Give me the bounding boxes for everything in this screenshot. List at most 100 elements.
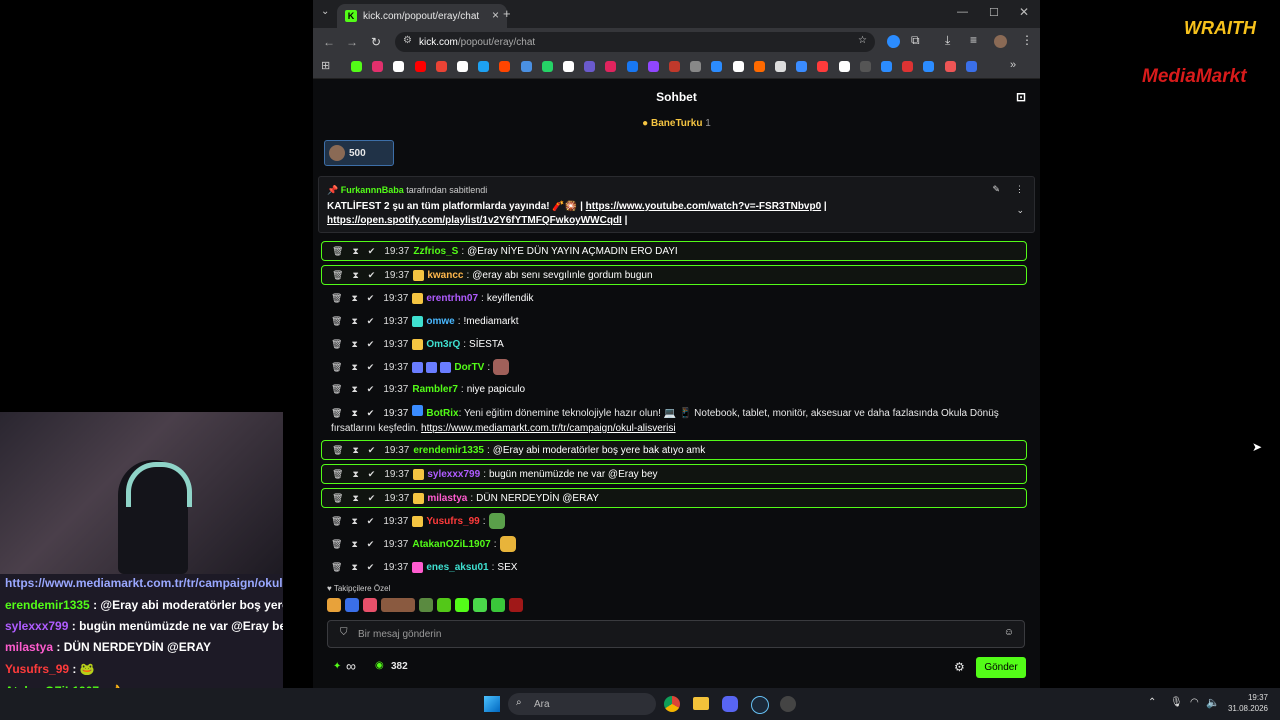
gift-pill[interactable]: 500 bbox=[324, 140, 394, 166]
bookmark-icon[interactable] bbox=[626, 61, 638, 72]
username[interactable]: DorTV bbox=[454, 362, 484, 373]
emote[interactable] bbox=[381, 598, 415, 612]
username[interactable]: Zzfrios_S bbox=[413, 246, 458, 257]
check-icon[interactable]: ✔ bbox=[367, 384, 375, 395]
steam-icon[interactable] bbox=[751, 696, 769, 714]
download-icon[interactable]: ⤓ bbox=[945, 33, 950, 48]
timeout-icon[interactable]: ⧗ bbox=[351, 408, 357, 418]
extension-icon[interactable] bbox=[887, 35, 900, 48]
check-icon[interactable]: ✔ bbox=[367, 339, 375, 350]
chat-message[interactable]: 🗑 ⧗ ✔ 19:37 enes_aksu01: SEX bbox=[321, 557, 1027, 577]
timeout-icon[interactable]: ⧗ bbox=[352, 270, 358, 281]
chrome-icon[interactable] bbox=[664, 696, 680, 712]
timeout-icon[interactable]: ⧗ bbox=[351, 316, 357, 327]
chat-message[interactable]: 🗑 ⧗ ✔ 19:37 erentrhn07: keyiflendik bbox=[321, 288, 1027, 308]
emote[interactable] bbox=[473, 598, 487, 612]
timeout-icon[interactable]: ⧗ bbox=[351, 293, 357, 304]
chat-message[interactable]: 🗑 ⧗ ✔ 19:37 omwe: !mediamarkt bbox=[321, 311, 1027, 331]
timeout-icon[interactable]: ⧗ bbox=[351, 362, 357, 373]
more-bookmarks-icon[interactable]: » bbox=[1010, 59, 1016, 71]
bookmark-icon[interactable] bbox=[351, 61, 362, 72]
settings-icon[interactable]: ⚙ bbox=[954, 660, 965, 674]
chat-message[interactable]: 🗑 ⧗ ✔ 19:37 Rambler7: niye papiculo bbox=[321, 379, 1027, 399]
username[interactable]: Om3rQ bbox=[426, 339, 460, 350]
trash-icon[interactable]: 🗑 bbox=[331, 516, 342, 527]
clock[interactable]: 19:37 31.08.2026 bbox=[1222, 692, 1268, 714]
trash-icon[interactable]: 🗑 bbox=[331, 339, 342, 350]
bookmark-icon[interactable] bbox=[965, 61, 977, 72]
trash-icon[interactable]: 🗑 bbox=[331, 539, 342, 550]
trash-icon[interactable]: 🗑 bbox=[332, 445, 343, 456]
tray-chevron-icon[interactable]: ⌃ bbox=[1148, 697, 1156, 708]
bookmark-icon[interactable] bbox=[669, 61, 680, 72]
unpin-icon[interactable]: ✎ bbox=[992, 184, 1000, 195]
username[interactable]: Yusufrs_99 bbox=[426, 516, 479, 527]
forward-icon[interactable]: → bbox=[344, 34, 360, 50]
bookmark-icon[interactable] bbox=[753, 61, 765, 72]
bookmark-icon[interactable] bbox=[711, 61, 723, 72]
trash-icon[interactable]: 🗑 bbox=[331, 362, 342, 373]
bookmark-icon[interactable] bbox=[414, 61, 426, 72]
new-tab-icon[interactable]: + bbox=[503, 6, 511, 21]
bookmark-icon[interactable] bbox=[499, 61, 511, 72]
emoji-icon[interactable]: ☺ bbox=[1004, 627, 1014, 638]
volume-icon[interactable]: 🔈 bbox=[1206, 696, 1220, 709]
timeout-icon[interactable]: ⧗ bbox=[351, 384, 357, 395]
emote[interactable] bbox=[455, 598, 469, 612]
taskbar-search[interactable]: ⌕ Ara bbox=[508, 693, 656, 715]
chat-message[interactable]: 🗑 ⧗ ✔ 19:37 erendemir1335: @Eray abi moderatö… bbox=[321, 440, 1027, 460]
emote[interactable] bbox=[419, 598, 433, 612]
gift-icon[interactable]: ⊡ bbox=[1016, 80, 1026, 114]
check-icon[interactable]: ✔ bbox=[368, 493, 376, 504]
chat-message[interactable]: 🗑 ⧗ ✔ 19:37 AtakanOZiL1907: bbox=[321, 534, 1027, 554]
emote[interactable] bbox=[327, 598, 341, 612]
profile-avatar[interactable] bbox=[994, 35, 1007, 48]
check-icon[interactable]: ✔ bbox=[368, 445, 376, 456]
puzzle-icon[interactable]: ⧉ bbox=[911, 33, 920, 48]
bookmark-icon[interactable] bbox=[584, 61, 596, 72]
pinned-link-youtube[interactable]: https://www.youtube.com/watch?v=-FSR3TNb… bbox=[586, 201, 821, 212]
bookmark-star-icon[interactable]: ☆ bbox=[858, 35, 867, 46]
reload-icon[interactable]: ↻ bbox=[368, 34, 384, 50]
discord-icon[interactable] bbox=[722, 696, 738, 712]
username[interactable]: enes_aksu01 bbox=[426, 562, 488, 573]
apps-icon[interactable]: ⊞ bbox=[321, 59, 330, 72]
trash-icon[interactable]: 🗑 bbox=[332, 246, 343, 257]
bookmark-icon[interactable] bbox=[838, 61, 850, 72]
emote[interactable] bbox=[491, 598, 505, 612]
tab-kick-chat[interactable]: K kick.com/popout/eray/chat × bbox=[337, 4, 507, 28]
check-icon[interactable]: ✔ bbox=[368, 469, 376, 480]
timeout-icon[interactable]: ⧗ bbox=[352, 469, 358, 480]
emote[interactable] bbox=[437, 598, 451, 612]
pinned-link-spotify[interactable]: https://open.spotify.com/playlist/1v2Y6f… bbox=[327, 215, 622, 226]
mic-icon[interactable]: 🎙 bbox=[1170, 697, 1183, 708]
username[interactable]: omwe bbox=[426, 316, 454, 327]
back-icon[interactable]: ← bbox=[321, 34, 337, 50]
trash-icon[interactable]: 🗑 bbox=[332, 270, 343, 281]
chat-message[interactable]: 🗑 ⧗ ✔ 19:37 DorTV: bbox=[321, 357, 1027, 377]
bookmark-icon[interactable] bbox=[902, 61, 914, 72]
bookmark-icon[interactable] bbox=[732, 61, 744, 72]
username[interactable]: kwancc bbox=[427, 270, 463, 281]
bookmark-icon[interactable] bbox=[775, 61, 786, 72]
minimize-icon[interactable]: — bbox=[957, 6, 968, 18]
menu-icon[interactable]: ⋮ bbox=[1021, 33, 1033, 47]
bookmark-icon[interactable] bbox=[881, 61, 892, 72]
timeout-icon[interactable]: ⧗ bbox=[352, 445, 358, 456]
check-icon[interactable]: ✔ bbox=[367, 539, 375, 550]
bookmark-icon[interactable] bbox=[796, 61, 808, 72]
trash-icon[interactable]: 🗑 bbox=[331, 384, 342, 395]
trash-icon[interactable]: 🗑 bbox=[331, 316, 342, 327]
timeout-icon[interactable]: ⧗ bbox=[351, 562, 357, 573]
check-icon[interactable]: ✔ bbox=[367, 293, 375, 304]
bookmark-icon[interactable] bbox=[923, 61, 935, 72]
bookmark-icon[interactable] bbox=[541, 61, 553, 72]
bookmark-icon[interactable] bbox=[372, 61, 384, 72]
timeout-icon[interactable]: ⧗ bbox=[352, 493, 358, 504]
timeout-icon[interactable]: ⧗ bbox=[351, 516, 357, 527]
username[interactable]: sylexxx799 bbox=[427, 469, 480, 480]
bookmark-icon[interactable] bbox=[605, 61, 617, 72]
username[interactable]: Rambler7 bbox=[412, 384, 458, 395]
bookmark-icon[interactable] bbox=[817, 61, 829, 72]
chat-message[interactable]: 🗑 ⧗ ✔ 19:37 Om3rQ: SİESTA bbox=[321, 334, 1027, 354]
